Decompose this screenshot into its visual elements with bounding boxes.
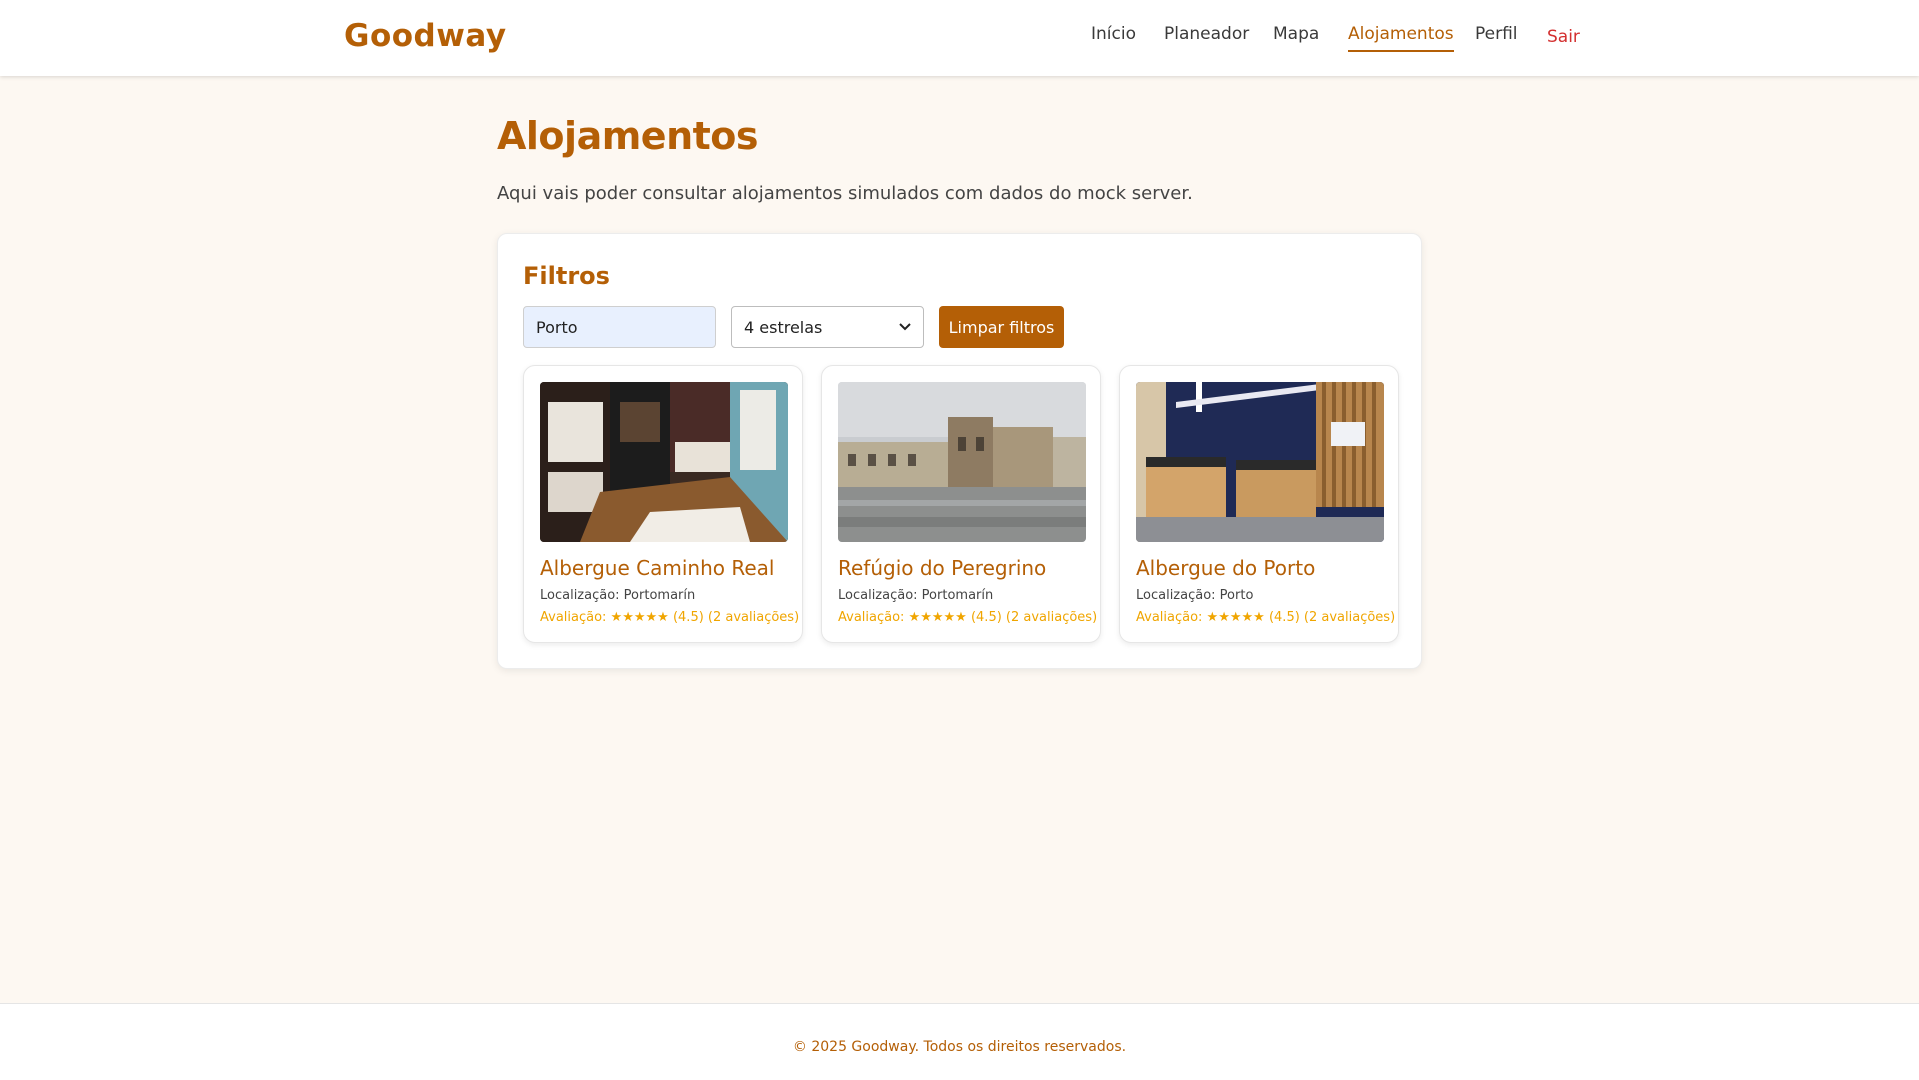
accommodation-rating: Avaliação: ★★★★★ (4.5) (2 avaliações) <box>540 610 800 625</box>
accommodation-location: Localização: Porto <box>1136 588 1254 603</box>
filters-title: Filtros <box>523 262 610 290</box>
copyright-text: © 2025 Goodway. Todos os direitos reserv… <box>792 1039 1127 1055</box>
page-title: Alojamentos <box>497 114 759 158</box>
accommodation-card[interactable]: Albergue do Porto Localização: Porto Ava… <box>1119 365 1399 643</box>
accommodation-name[interactable]: Albergue do Porto <box>1136 556 1315 580</box>
accommodation-location: Localização: Portomarín <box>838 588 994 603</box>
accommodation-location: Localização: Portomarín <box>540 588 696 603</box>
stars-filter-select[interactable]: 4 estrelas <box>731 306 924 348</box>
accommodation-name[interactable]: Albergue Caminho Real <box>540 556 774 580</box>
chevron-down-icon <box>899 320 911 334</box>
clear-filters-button[interactable]: Limpar filtros <box>939 306 1064 348</box>
nav-link-perfil[interactable]: Perfil <box>1475 24 1518 50</box>
top-navbar: Goodway Início Planeador Mapa Alojamento… <box>0 0 1919 76</box>
accommodation-rating: Avaliação: ★★★★★ (4.5) (2 avaliações) <box>838 610 1098 625</box>
page-subtitle: Aqui vais poder consultar alojamentos si… <box>497 183 1193 204</box>
brand-logo[interactable]: Goodway <box>344 18 507 54</box>
stars-filter-value: 4 estrelas <box>744 317 823 337</box>
accommodation-photo <box>1136 382 1384 542</box>
nav-link-mapa[interactable]: Mapa <box>1273 24 1319 50</box>
location-search-input[interactable] <box>523 306 716 348</box>
accommodation-card[interactable]: Refúgio do Peregrino Localização: Portom… <box>821 365 1101 643</box>
nav-link-inicio[interactable]: Início <box>1091 24 1136 50</box>
accommodation-rating: Avaliação: ★★★★★ (4.5) (2 avaliações) <box>1136 610 1396 625</box>
page-footer: © 2025 Goodway. Todos os direitos reserv… <box>0 1003 1919 1080</box>
logout-button[interactable]: Sair <box>1547 27 1580 53</box>
accommodation-photo <box>838 382 1086 542</box>
nav-link-alojamentos[interactable]: Alojamentos <box>1348 24 1454 52</box>
nav-link-planeador[interactable]: Planeador <box>1164 24 1249 50</box>
accommodation-card[interactable]: Albergue Caminho Real Localização: Porto… <box>523 365 803 643</box>
filters-panel: Filtros 4 estrelas Limpar filtros <box>497 233 1422 669</box>
accommodation-name[interactable]: Refúgio do Peregrino <box>838 556 1046 580</box>
accommodation-photo <box>540 382 788 542</box>
